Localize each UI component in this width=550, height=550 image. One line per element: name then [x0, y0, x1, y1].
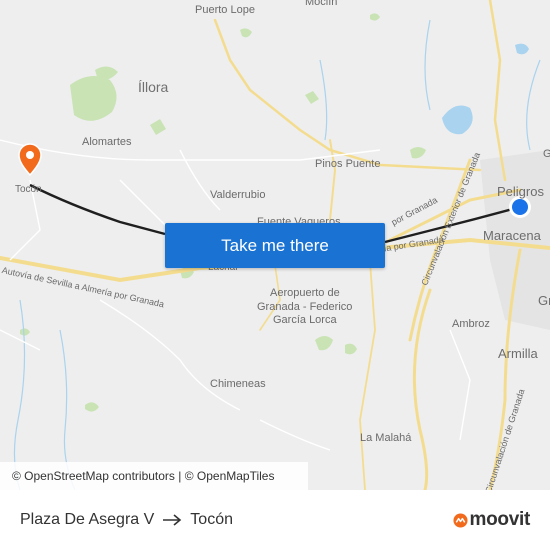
- destination-name: Tocón: [190, 511, 233, 528]
- place-label: Gr: [538, 293, 550, 308]
- place-label: Valderrubio: [210, 189, 266, 201]
- place-label: Tocón: [15, 184, 42, 195]
- footer-bar: Plaza De Asegra V Tocón moovit: [0, 490, 550, 550]
- place-label: La Malahá: [360, 432, 412, 444]
- place-label: Armilla: [498, 346, 538, 361]
- place-label: Moclín: [305, 0, 338, 8]
- place-label: García Lorca: [273, 314, 337, 326]
- place-label: Íllora: [138, 79, 169, 95]
- place-label: Granada - Federico: [257, 301, 353, 313]
- place-label: Puerto Lope: [195, 4, 255, 16]
- place-label: Aeropuerto de: [270, 287, 340, 299]
- map-canvas[interactable]: Puerto Lope Moclín Íllora Alomartes Pino…: [0, 0, 550, 490]
- place-label: Pinos Puente: [315, 158, 381, 170]
- take-me-there-button[interactable]: Take me there: [165, 223, 385, 268]
- moovit-logo-icon: [452, 512, 468, 528]
- place-label: Ambroz: [452, 318, 490, 330]
- place-label: Alomartes: [82, 136, 132, 148]
- arrow-right-icon: [162, 514, 182, 526]
- route-summary: Plaza De Asegra V Tocón: [20, 490, 233, 550]
- place-label: G: [543, 148, 550, 160]
- place-label: Chimeneas: [210, 378, 266, 390]
- current-location-dot: [509, 196, 531, 218]
- place-label: Peligros: [497, 184, 544, 199]
- place-label: Maracena: [483, 228, 541, 243]
- brand-name: moovit: [469, 509, 531, 530]
- destination-pin-icon: [18, 143, 42, 177]
- moovit-logo: moovit: [452, 508, 531, 532]
- origin-name: Plaza De Asegra V: [20, 511, 155, 528]
- map-attribution[interactable]: © OpenStreetMap contributors | © OpenMap…: [0, 462, 308, 490]
